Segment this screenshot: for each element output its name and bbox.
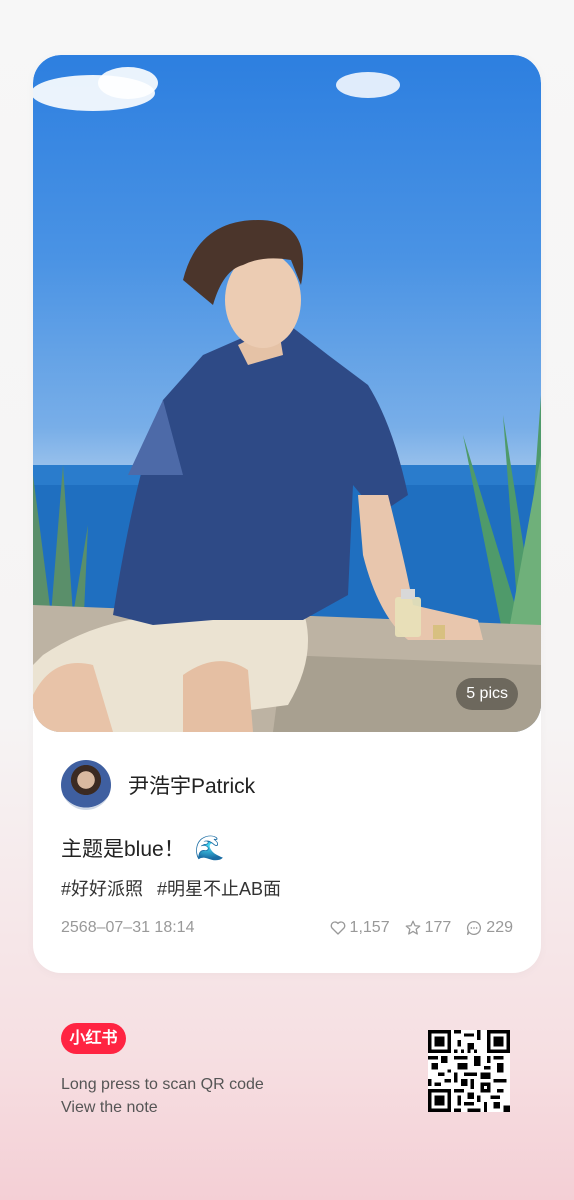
qr-code[interactable] — [428, 1030, 510, 1112]
like-count-value: 1,157 — [349, 919, 390, 936]
star-icon — [405, 920, 420, 935]
footer-text: Long press to scan QR code View the note — [61, 1073, 264, 1119]
note-card[interactable]: 5 pics 尹浩宇Patrick 主题是blue！ 🌊 #好好派照 #明星不止… — [33, 55, 541, 973]
note-title: 主题是blue！ 🌊 — [61, 833, 225, 863]
footer-line-2: View the note — [61, 1099, 158, 1116]
tag-list: #好好派照 #明星不止AB面 — [61, 875, 281, 901]
tag-item[interactable]: #明星不止AB面 — [157, 875, 281, 901]
comment-icon — [467, 920, 482, 936]
wave-icon: 🌊 — [194, 834, 225, 862]
image-count-badge: 5 pics — [456, 678, 518, 710]
avatar[interactable] — [61, 760, 111, 810]
cover-illustration — [33, 67, 541, 732]
like-count[interactable]: 1,157 — [329, 919, 390, 937]
tag-item[interactable]: #好好派照 — [61, 875, 143, 901]
heart-icon — [330, 921, 345, 935]
note-meta: 2568–07–31 18:14 1,157 177 229 — [61, 917, 513, 939]
note-title-text: 主题是blue！ — [61, 838, 185, 861]
author-row[interactable]: 尹浩宇Patrick — [61, 760, 255, 810]
comment-count-value: 229 — [486, 919, 513, 936]
comment-count[interactable]: 229 — [465, 919, 513, 937]
collect-count[interactable]: 177 — [404, 919, 452, 937]
collect-count-value: 177 — [424, 919, 452, 936]
author-name[interactable]: 尹浩宇Patrick — [128, 770, 255, 800]
cover-photo[interactable]: 5 pics — [33, 55, 541, 732]
footer-line-1: Long press to scan QR code — [61, 1076, 264, 1093]
xiaohongshu-logo: 小红书 — [61, 1023, 126, 1054]
post-date: 2568–07–31 18:14 — [61, 919, 195, 936]
